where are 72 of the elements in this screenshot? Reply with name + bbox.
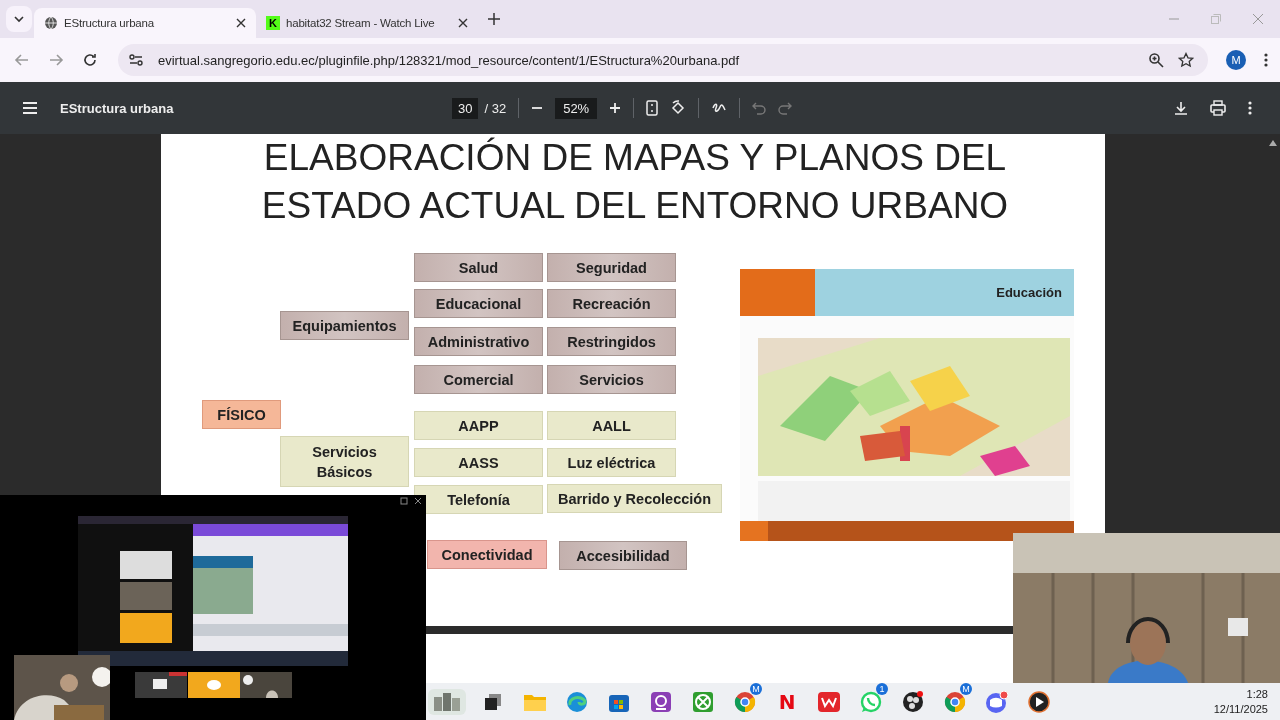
new-tab-icon[interactable] [488,13,500,25]
tab-title: habitat32 Stream - Watch Live [286,17,436,29]
play-icon[interactable] [1028,690,1050,713]
diagram-node: Barrido y Recolección [547,484,722,513]
diagram-node: Accesibilidad [559,541,687,570]
address-bar[interactable]: evirtual.sangregorio.edu.ec/pluginfile.php/128321/mod_resource/content/1/EStructura%20urbana.pdf [118,44,1208,76]
slide-title: ESTADO ACTUAL DEL ENTORNO URBANO [260,184,1010,228]
scroll-up-icon[interactable] [1269,140,1277,146]
undo-icon[interactable] [752,101,767,115]
rotate-icon[interactable] [670,100,687,116]
slide-title: ELABORACIÓN DE MAPAS Y PLANOS DEL [262,136,1008,180]
diagram-node: Luz eléctrica [547,448,676,477]
clock-time: 1:28 [1246,686,1268,702]
fit-page-icon[interactable] [646,100,659,116]
diagram-node: AALL [547,411,676,440]
diagram-node: Servicios Básicos [280,436,409,487]
obs-icon[interactable] [902,690,924,713]
site-logo-icon: K [266,16,280,30]
diagram-node: Educacional [414,289,543,318]
discord-icon[interactable] [985,690,1009,713]
diagram-node: Telefonía [414,485,543,514]
forward-icon[interactable] [48,52,64,68]
diagram-node: Restringidos [547,327,676,356]
chevron-down-icon [13,13,25,25]
restore-icon[interactable] [400,497,408,505]
close-icon[interactable] [414,497,422,505]
browser-tab[interactable]: EStructura urbana [34,8,256,38]
diagram-node: AASS [414,448,543,477]
url-text: evirtual.sangregorio.edu.ec/pluginfile.php/128321/mod_resource/content/1/EStructura%20urbana.pdf [158,52,740,68]
diagram-node: Equipamientos [280,311,409,340]
tab-list-button[interactable] [6,6,32,32]
more-icon[interactable] [1248,100,1252,116]
reload-icon[interactable] [82,52,98,68]
zoom-in-icon[interactable] [609,102,622,114]
chrome-icon[interactable] [734,690,756,713]
xbox-icon[interactable] [692,690,714,713]
zoom-field[interactable]: 52% [555,97,598,119]
menu-icon[interactable] [1264,52,1268,68]
redo-icon[interactable] [778,101,793,115]
diagram-node: AAPP [414,411,543,440]
page-total: / 32 [484,100,507,116]
menu-icon[interactable] [22,101,38,115]
back-icon[interactable] [14,52,30,68]
netflix-icon[interactable]: N [778,689,796,714]
zoom-icon[interactable] [1148,52,1164,68]
browser-tab[interactable]: K habitat32 Stream - Watch Live [256,8,478,38]
diagram-node: Recreación [547,289,676,318]
page-number-field[interactable]: 30 [452,97,479,119]
profile-avatar[interactable]: M [1226,50,1246,70]
tab-title: EStructura urbana [64,17,155,29]
chrome-icon[interactable] [944,690,966,713]
diagram-node: Seguridad [547,253,676,282]
download-icon[interactable] [1174,101,1188,115]
diagram-node: Conectividad [427,540,547,569]
diagram-node: Administrativo [414,327,543,356]
diagram-node: Salud [414,253,543,282]
browser-icon[interactable] [566,690,588,713]
map-heading: Educación [815,269,1074,316]
document-title: EStructura urbana [60,100,174,116]
close-icon[interactable] [458,18,468,28]
clock-date: 12/11/2025 [1213,701,1268,717]
site-settings-icon[interactable] [128,52,144,68]
chat-icon[interactable] [860,690,882,713]
star-icon[interactable] [1178,52,1194,68]
diagram-node: Servicios [547,365,676,394]
globe-icon [44,16,58,30]
wps-icon[interactable] [817,690,841,713]
close-icon[interactable] [236,18,246,28]
print-icon[interactable] [1210,100,1226,116]
diagram-node: FÍSICO [202,400,281,429]
app-icon[interactable] [650,690,672,713]
diagram-node: Comercial [414,365,543,394]
